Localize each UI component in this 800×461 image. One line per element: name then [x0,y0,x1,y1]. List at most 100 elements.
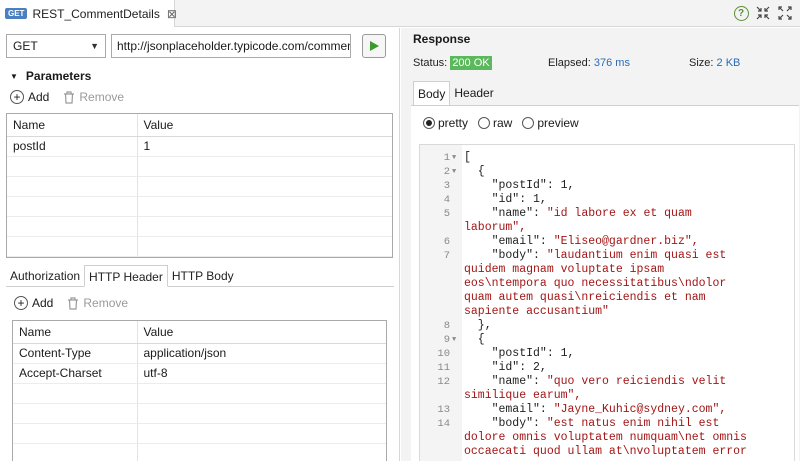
empty-cell[interactable] [137,216,392,237]
code-string-text: similique earum", [464,389,582,402]
fold-arrow-icon[interactable]: ▼ [452,165,456,179]
column-header-value[interactable]: Value [137,114,392,137]
radio-unchecked-icon [478,117,491,129]
code-string-text: sapiente accusantium" [464,305,609,318]
code-text: [ [464,151,471,165]
code-key-text: { [464,165,485,178]
empty-cell[interactable] [137,403,386,424]
add-icon: + [10,90,24,104]
header-value-cell[interactable]: application/json [137,343,386,364]
empty-cell[interactable] [13,383,138,404]
code-line: similique earum", [420,389,794,403]
radio-pretty[interactable]: pretty [423,116,468,130]
table-row[interactable] [13,443,386,461]
empty-cell[interactable] [7,236,138,257]
remove-header-button[interactable]: Remove [67,296,128,310]
empty-cell[interactable] [137,176,392,197]
tab-close-icon[interactable]: ⊠ [167,7,177,21]
header-value-cell[interactable]: utf-8 [137,363,386,384]
tab-body[interactable]: Body [413,81,451,105]
code-key-text: "postId": 1, [464,347,575,360]
code-line: 10 "postId": 1, [420,347,794,361]
line-number: 7 [443,250,450,262]
line-number: 6 [443,236,450,248]
tab-header[interactable]: Header [450,81,497,105]
table-row[interactable] [7,156,392,177]
empty-cell[interactable] [13,443,138,461]
param-name-cell[interactable]: postId [7,136,138,157]
code-line: dolore omnis voluptatem numquam\net omni… [420,431,794,445]
line-number: 2 [443,166,450,178]
empty-cell[interactable] [137,423,386,444]
add-icon: + [14,296,28,310]
add-parameter-button[interactable]: + Add [10,90,49,104]
radio-raw[interactable]: raw [478,116,512,130]
empty-cell[interactable] [13,403,138,424]
code-key-text: "email": [464,403,554,416]
empty-cell[interactable] [137,443,386,461]
empty-cell[interactable] [7,176,138,197]
add-label: Add [32,296,54,310]
parameters-header[interactable]: ▼ Parameters [10,69,91,83]
json-code-view[interactable]: 1 ▼[2 ▼ {3 "postId": 1, 4 "id": 1, 5 "name":… [419,144,795,461]
table-row[interactable]: Content-Type application/json [13,343,386,364]
column-header-name[interactable]: Name [7,114,138,137]
code-string-text: "Eliseo@gardner.biz", [553,235,699,248]
column-header-name[interactable]: Name [13,321,138,344]
table-row[interactable] [13,423,386,444]
add-header-button[interactable]: + Add [14,296,53,310]
run-button[interactable] [362,34,386,58]
window-controls: ? [732,4,794,22]
radio-preview[interactable]: preview [522,116,579,130]
empty-cell[interactable] [13,423,138,444]
chevron-down-icon: ▼ [90,41,99,51]
method-select[interactable]: GET ▼ [6,34,106,58]
url-input[interactable]: http://jsonplaceholder.typicode.com/comm… [111,34,351,58]
collapse-panels-icon[interactable] [754,4,772,22]
empty-cell[interactable] [137,383,386,404]
column-header-value[interactable]: Value [137,321,386,344]
code-text: "email": "Jayne_Kuhic@sydney.com", [464,403,727,417]
empty-cell[interactable] [137,196,392,217]
table-row[interactable] [13,403,386,424]
code-line: 7 "body": "laudantium enim quasi est [420,249,794,263]
table-row[interactable] [13,383,386,404]
request-subtabs: Authorization HTTP Header HTTP Body [6,265,394,287]
code-text: quam autem quasi\nreiciendis et nam [464,291,706,305]
fold-arrow-icon[interactable]: ▼ [452,333,456,347]
remove-parameter-button[interactable]: Remove [63,90,124,104]
code-text: { [464,333,485,347]
document-tab[interactable]: GET REST_CommentDetails ⊠ [0,0,177,27]
table-row[interactable] [7,236,392,257]
code-text: "id": 1, [464,193,547,207]
table-row[interactable] [7,176,392,197]
table-row[interactable] [7,216,392,237]
help-icon[interactable]: ? [732,4,750,22]
empty-cell[interactable] [7,156,138,177]
tab-http-header[interactable]: HTTP Header [84,265,168,287]
empty-cell[interactable] [7,216,138,237]
header-name-cell[interactable]: Content-Type [13,343,138,364]
header-name-cell[interactable]: Accept-Charset [13,363,138,384]
code-key-text: "body": [464,249,547,262]
code-line: quam autem quasi\nreiciendis et nam [420,291,794,305]
parameters-table: Name Value postId 1 [6,113,393,258]
table-row[interactable] [7,196,392,217]
code-text: "postId": 1, [464,179,575,193]
code-line: quidem magnam voluptate ipsam [420,263,794,277]
radio-label: raw [493,116,513,130]
table-row[interactable]: Accept-Charset utf-8 [13,363,386,384]
empty-cell[interactable] [137,156,392,177]
code-text: "body": "est natus enim nihil est [464,417,720,431]
fold-arrow-icon[interactable]: ▼ [452,151,456,165]
code-string-text: occaecati quod ullam at\nvoluptatem erro… [464,445,747,458]
code-line: 5 "name": "id labore ex et quam [420,207,794,221]
expand-panels-icon[interactable] [776,4,794,22]
collapse-arrow-icon: ▼ [10,71,18,81]
tab-authorization[interactable]: Authorization [6,265,84,286]
table-row[interactable]: postId 1 [7,136,392,157]
param-value-cell[interactable]: 1 [137,136,392,157]
tab-http-body[interactable]: HTTP Body [168,265,238,286]
empty-cell[interactable] [137,236,392,257]
empty-cell[interactable] [7,196,138,217]
